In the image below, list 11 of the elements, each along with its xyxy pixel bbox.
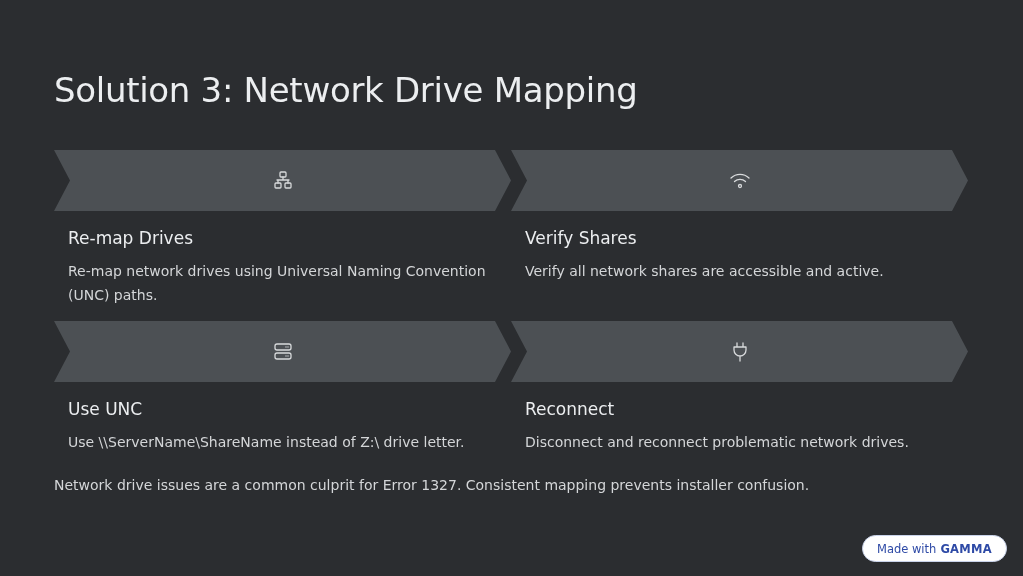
footer-text: Network drive issues are a common culprit for Error 1327. Consistent mapping prevents installer confusion. bbox=[54, 476, 811, 495]
card-description: Use \\ServerName\ShareName instead of Z:\ drive letter. bbox=[68, 433, 466, 452]
card-description: Re-map network drives using Universal Naming Convention (UNC) paths. bbox=[68, 262, 487, 305]
made-with-badge[interactable]: Made with GAMMA bbox=[862, 535, 1007, 562]
card-description: Verify all network shares are accessible and active. bbox=[525, 262, 885, 281]
card-heading: Reconnect bbox=[525, 398, 616, 420]
card-description: Disconnect and reconnect problematic network drives. bbox=[525, 433, 910, 452]
card-heading: Verify Shares bbox=[525, 227, 638, 249]
slide-title: Solution 3: Network Drive Mapping bbox=[54, 69, 639, 112]
card-heading: Re-map Drives bbox=[68, 227, 194, 249]
card-heading: Use UNC bbox=[68, 398, 144, 420]
